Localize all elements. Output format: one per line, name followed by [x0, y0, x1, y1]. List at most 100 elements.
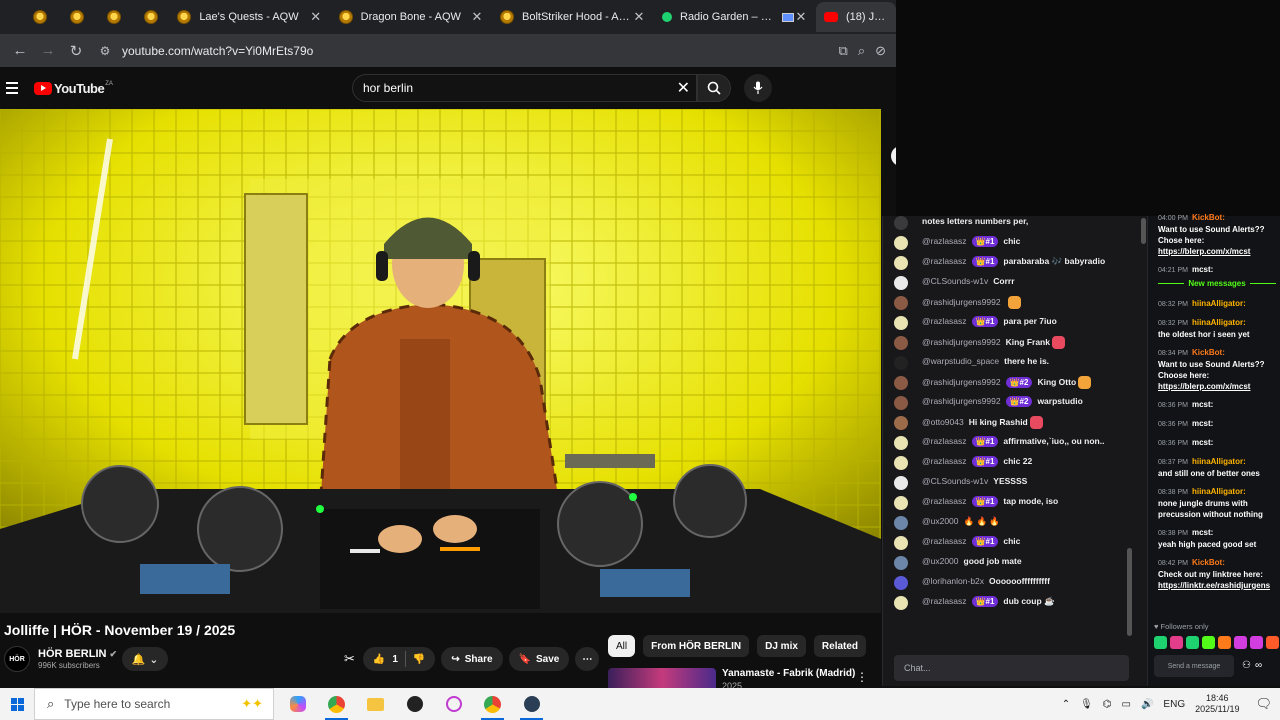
- tab-boltstriker-hood[interactable]: BoltStriker Hood - AQW ✕: [492, 2, 654, 32]
- pinned-tab-4[interactable]: [132, 2, 169, 32]
- zoom-icon[interactable]: ⌕: [858, 43, 865, 59]
- chat-username[interactable]: @rashidjurgens9992: [922, 337, 1001, 347]
- close-icon[interactable]: ✕: [794, 9, 808, 25]
- emote-icon[interactable]: [1154, 636, 1167, 649]
- emote-icon[interactable]: [1218, 636, 1231, 649]
- chat-scrollbar[interactable]: [1127, 548, 1132, 636]
- chip-from-channel[interactable]: From HÖR BERLIN: [643, 635, 750, 657]
- volume-icon[interactable]: 🔊: [1141, 699, 1153, 710]
- copilot-icon[interactable]: [278, 688, 317, 720]
- kick-username[interactable]: mcst:: [1192, 438, 1213, 447]
- kick-username[interactable]: mcst:: [1192, 265, 1213, 274]
- youtube-logo[interactable]: YouTube ZA: [34, 81, 113, 96]
- avatar[interactable]: [894, 436, 908, 450]
- forward-arrow-icon[interactable]: →: [34, 42, 62, 59]
- avatar[interactable]: [894, 596, 908, 610]
- avatar[interactable]: [894, 356, 908, 370]
- back-arrow-icon[interactable]: ←: [6, 42, 34, 59]
- install-app-icon[interactable]: ⧉: [839, 43, 848, 59]
- voice-search-button[interactable]: [744, 74, 772, 102]
- tab-youtube-active[interactable]: (18) Jolliffe | H: [816, 2, 896, 32]
- clear-search-icon[interactable]: ✕: [677, 78, 690, 98]
- chat-username[interactable]: @razlasasz: [922, 536, 967, 546]
- kick-message-input[interactable]: Send a message: [1154, 655, 1234, 677]
- pinned-tab-2[interactable]: [59, 2, 96, 32]
- close-icon[interactable]: ✕: [470, 9, 484, 25]
- kick-username[interactable]: hiinaAlligator:: [1192, 318, 1246, 327]
- channel-avatar[interactable]: HÖR: [4, 646, 30, 672]
- kick-username[interactable]: hiinaAlligator:: [1192, 457, 1246, 466]
- emote-icon[interactable]: [1234, 636, 1247, 649]
- pinned-tab-3[interactable]: [96, 2, 133, 32]
- eye-off-icon[interactable]: ⊘: [875, 43, 886, 59]
- tab-radio-garden[interactable]: Radio Garden – Glob ✕: [654, 2, 816, 32]
- close-icon[interactable]: ✕: [632, 9, 646, 25]
- chat-username[interactable]: @razlasasz: [922, 436, 967, 446]
- file-explorer-icon[interactable]: [356, 688, 395, 720]
- chat-username[interactable]: @CLSounds-w1v: [922, 276, 988, 286]
- chat-username[interactable]: @razlasasz: [922, 456, 967, 466]
- recommended-title[interactable]: Yanamaste - Fabrik (Madrid): [722, 668, 855, 680]
- emote-icon[interactable]: [1202, 636, 1215, 649]
- display-icon[interactable]: ▭: [1122, 699, 1131, 710]
- avatar[interactable]: [894, 496, 908, 510]
- chat-username[interactable]: @razlasasz: [922, 256, 967, 266]
- channel-name[interactable]: HÖR BERLIN ✔: [38, 648, 117, 660]
- clip-icon[interactable]: ✂: [344, 651, 355, 667]
- new-messages-divider[interactable]: New messages: [1158, 279, 1276, 288]
- chat-username[interactable]: @razlasasz: [922, 596, 967, 606]
- clock[interactable]: 18:46 2025/11/19: [1195, 693, 1239, 715]
- thumbs-down-icon[interactable]: 👎: [413, 654, 425, 665]
- avatar[interactable]: [894, 296, 908, 310]
- chip-related[interactable]: Related: [813, 635, 867, 657]
- kick-link[interactable]: https://blerp.com/x/mcst: [1158, 247, 1250, 256]
- kick-username[interactable]: KickBot:: [1192, 348, 1225, 357]
- avatar[interactable]: [894, 476, 908, 490]
- pinned-tab-1[interactable]: [22, 2, 59, 32]
- chat-username[interactable]: @ux2000: [922, 516, 959, 526]
- video-player[interactable]: 🔔: [0, 109, 881, 613]
- avatar[interactable]: [894, 316, 908, 330]
- avatar[interactable]: [894, 256, 908, 270]
- recommended-thumbnail[interactable]: [608, 668, 716, 688]
- subscribed-button[interactable]: 🔔 ⌄: [122, 647, 168, 671]
- share-button[interactable]: ↪ Share: [441, 647, 503, 671]
- avatar[interactable]: [894, 216, 908, 230]
- avatar[interactable]: [894, 376, 908, 390]
- taskbar-search[interactable]: ⌕ Type here to search ✦✦: [34, 688, 274, 720]
- chat-username[interactable]: @razlasasz: [922, 496, 967, 506]
- recommended-video[interactable]: Yanamaste - Fabrik (Madrid) 2025 ⋮: [608, 668, 878, 691]
- kick-link[interactable]: https://blerp.com/x/mcst: [1158, 382, 1250, 391]
- avatar[interactable]: [894, 516, 908, 530]
- save-button[interactable]: 🔖 Save: [508, 647, 570, 671]
- omnibox[interactable]: ⚙ youtube.com/watch?v=Yi0MrEts79o: [96, 38, 839, 64]
- chat-username[interactable]: @warpstudio_space: [922, 356, 999, 366]
- close-icon[interactable]: ✕: [309, 9, 323, 25]
- avatar[interactable]: [894, 556, 908, 570]
- chrome-profile-icon[interactable]: [473, 688, 512, 720]
- microphone-icon[interactable]: 🎙: [1080, 699, 1093, 710]
- avatar[interactable]: [894, 456, 908, 470]
- chat-username[interactable]: @rashidjurgens9992: [922, 377, 1001, 387]
- site-info-icon[interactable]: ⚙: [96, 44, 114, 58]
- snipping-tool-icon[interactable]: [434, 688, 473, 720]
- kick-username[interactable]: mcst:: [1192, 419, 1213, 428]
- emote-icon[interactable]: [1250, 636, 1263, 649]
- avatar[interactable]: [894, 396, 908, 410]
- kick-username[interactable]: hiinaAlligator:: [1192, 299, 1246, 308]
- chat-username[interactable]: @ux2000: [922, 556, 959, 566]
- reload-icon[interactable]: ↻: [62, 42, 90, 60]
- chat-username[interactable]: @CLSounds-w1v: [922, 476, 988, 486]
- chat-username[interactable]: @razlasasz: [922, 236, 967, 246]
- avatar[interactable]: [894, 416, 908, 430]
- search-button[interactable]: [697, 74, 731, 102]
- tab-dragon-bone[interactable]: Dragon Bone - AQW ✕: [331, 2, 492, 32]
- obs-icon[interactable]: [395, 688, 434, 720]
- menu-icon[interactable]: [6, 82, 30, 94]
- chat-username[interactable]: @lorihanlon-b2x: [922, 576, 984, 586]
- chevron-up-icon[interactable]: ⌃: [1062, 699, 1070, 710]
- infinity-icon[interactable]: ∞: [1255, 660, 1262, 671]
- chip-all[interactable]: All: [608, 635, 636, 657]
- windows-start-button[interactable]: [0, 697, 34, 711]
- kick-username[interactable]: hiinaAlligator:: [1192, 487, 1246, 496]
